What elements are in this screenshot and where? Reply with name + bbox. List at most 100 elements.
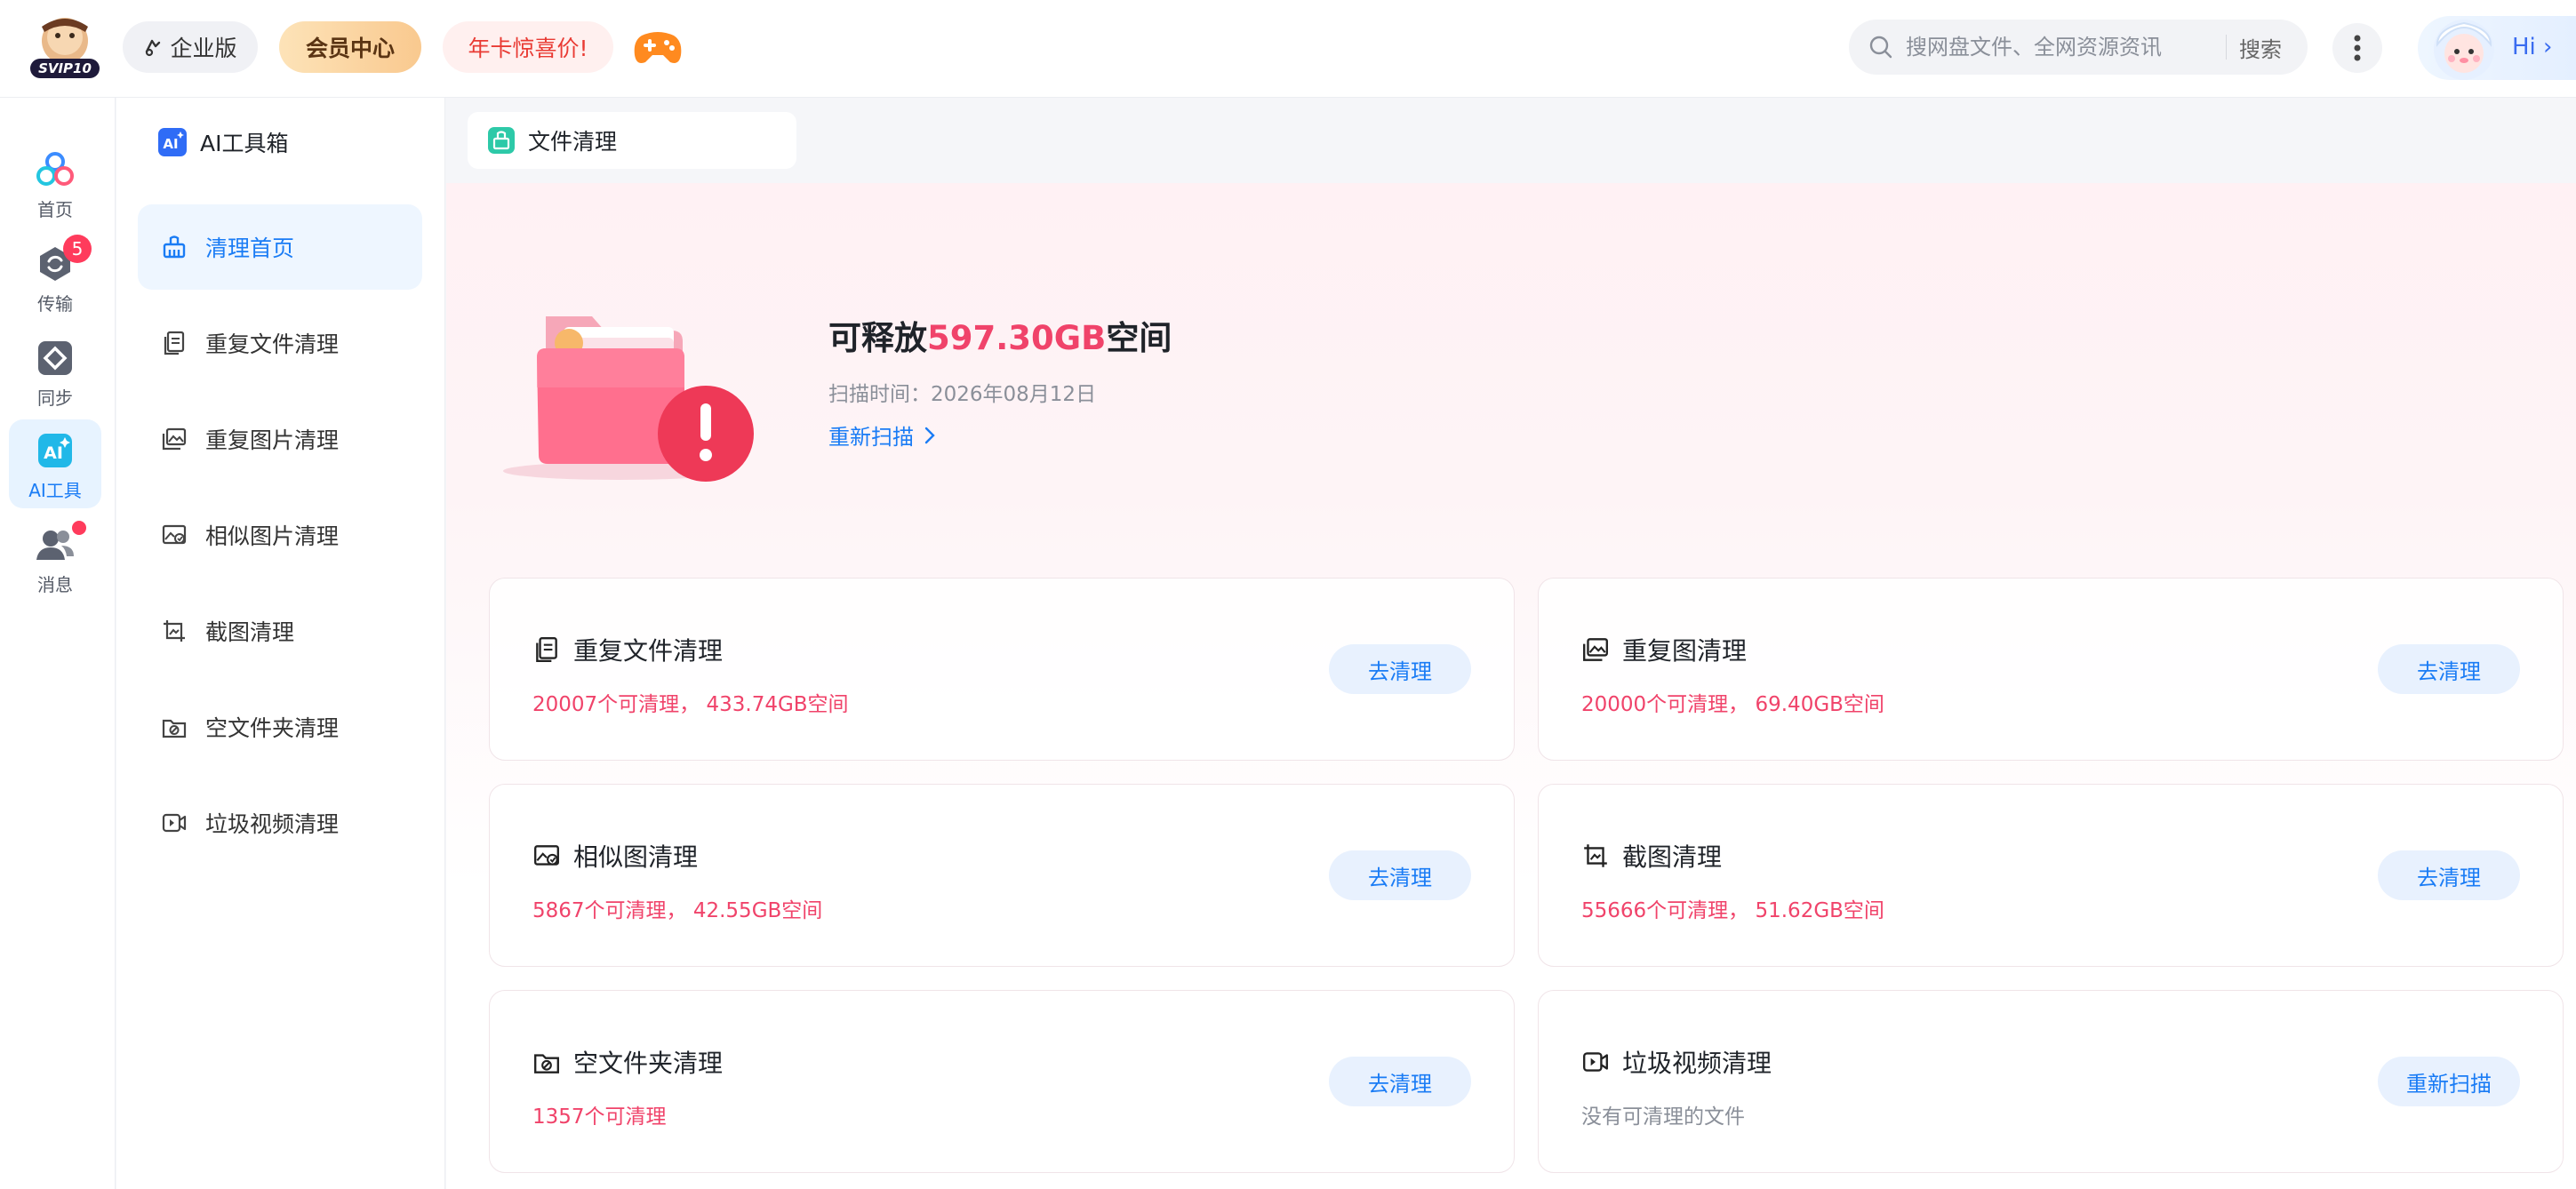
card-stat: 5867个可清理， 42.55GB空间 [532, 899, 823, 922]
search-icon [1869, 36, 1892, 59]
clean-button[interactable]: 去清理 [2378, 850, 2520, 900]
card-title: 重复文件清理 [532, 632, 723, 667]
search-button[interactable]: 搜索 [2239, 32, 2282, 63]
empty-folder-icon [162, 719, 187, 738]
sidebar-item-empty-folders[interactable]: 空文件夹清理 [138, 684, 422, 770]
card-title: 重复图清理 [1581, 632, 1747, 667]
rail-label: AI工具 [28, 480, 82, 501]
duplicate-image-icon [162, 427, 187, 451]
similar-image-icon [534, 845, 559, 866]
tab-file-cleanup[interactable]: 文件清理 [468, 112, 796, 169]
user-profile[interactable]: Hi › [2418, 16, 2576, 80]
duplicate-image-icon [1583, 638, 1608, 661]
avatar[interactable] [2428, 11, 2500, 85]
rail-label: 首页 [37, 199, 73, 220]
rescan-label: 重新扫描 [828, 425, 914, 450]
transfer-count-badge: 5 [63, 235, 92, 263]
rail-label: 消息 [37, 574, 73, 595]
empty-folder-icon [534, 1054, 559, 1073]
sidebar-item-label: 清理首页 [205, 235, 295, 261]
search-divider [2226, 35, 2227, 60]
sidebar-item-duplicate-files[interactable]: 重复文件清理 [138, 300, 422, 386]
rail-item-ai-tools[interactable]: AI AI工具 [9, 419, 101, 508]
duplicate-file-icon [536, 637, 557, 662]
more-options-button[interactable] [2332, 23, 2382, 73]
rail-item-messages[interactable]: 消息 [9, 514, 101, 602]
sidebar-item-label: 垃圾视频清理 [205, 811, 340, 837]
junk-video-icon [162, 813, 187, 833]
cleanup-card-junk-videos: 垃圾视频清理 没有可清理的文件 重新扫描 [1538, 990, 2564, 1173]
unread-dot [72, 521, 86, 535]
cleanup-card-duplicate-files: 重复文件清理 20007个可清理， 433.74GB空间 去清理 [489, 578, 1515, 761]
junk-video-icon [1583, 1052, 1608, 1072]
card-stat: 没有可清理的文件 [1581, 1105, 1745, 1129]
folder-alert-illustration [503, 316, 754, 482]
card-title-text: 相似图清理 [573, 842, 699, 872]
sidebar-item-junk-videos[interactable]: 垃圾视频清理 [138, 780, 422, 866]
card-title: 空文件夹清理 [532, 1044, 723, 1080]
enterprise-icon [146, 39, 161, 57]
sidebar-item-cleanup-home[interactable]: 清理首页 [138, 204, 422, 290]
svip-logo-icon[interactable]: SVIP10 [27, 14, 103, 80]
card-title: 相似图清理 [532, 838, 698, 874]
top-bar: SVIP10 企业版 会员中心 年卡惊喜价! 搜索 Hi › [0, 0, 2576, 98]
ai-toolbox-icon: AI [158, 128, 187, 156]
vip-center-button[interactable]: 会员中心 [279, 21, 421, 73]
search-input[interactable] [1906, 35, 2226, 60]
screenshot-icon [164, 620, 185, 642]
tab-strip: 文件清理 [446, 98, 2576, 183]
sidebar-menu: 清理首页 重复文件清理 重复图片清理 相似图片清理 截图清理 空文件夹清理 垃圾… [138, 204, 422, 876]
sidebar-item-label: 截图清理 [205, 619, 295, 645]
card-title-text: 重复图清理 [1622, 636, 1748, 666]
clean-button[interactable]: 去清理 [1329, 1057, 1471, 1106]
sidebar-item-label: 重复图片清理 [205, 427, 340, 453]
ai-toolbox-sidebar: AI AI工具箱 清理首页 重复文件清理 重复图片清理 相似图片清理 截图清理 … [116, 98, 445, 1189]
card-stat: 55666个可清理， 51.62GB空间 [1581, 899, 1884, 922]
messages-icon [36, 531, 74, 560]
file-cleanup-icon [488, 127, 515, 154]
sidebar-item-screenshots[interactable]: 截图清理 [138, 588, 422, 674]
scan-time: 扫描时间：2026年08月12日 [828, 383, 1097, 406]
clean-button[interactable]: 去清理 [1329, 850, 1471, 900]
ai-tools-icon: AI [38, 434, 72, 467]
cleanup-card-duplicate-images: 重复图清理 20000个可清理， 69.40GB空间 去清理 [1538, 578, 2564, 761]
similar-image-icon [162, 524, 187, 545]
rail-label: 传输 [37, 293, 73, 315]
cleanup-card-similar-images: 相似图清理 5867个可清理， 42.55GB空间 去清理 [489, 784, 1515, 967]
screenshot-icon [1584, 844, 1607, 867]
clean-button[interactable]: 去清理 [1329, 644, 1471, 694]
svg-text:SVIP10: SVIP10 [38, 60, 92, 76]
tab-label: 文件清理 [528, 129, 618, 155]
cleanup-card-empty-folders: 空文件夹清理 1357个可清理 去清理 [489, 990, 1515, 1173]
card-stat: 20000个可清理， 69.40GB空间 [1581, 693, 1884, 716]
annual-promo-button[interactable]: 年卡惊喜价! [443, 21, 613, 73]
enterprise-button[interactable]: 企业版 [123, 21, 258, 73]
sidebar-item-similar-images[interactable]: 相似图片清理 [138, 492, 422, 578]
rescan-link[interactable]: 重新扫描 [828, 419, 935, 451]
rescan-button[interactable]: 重新扫描 [2378, 1057, 2520, 1106]
gamepad-icon[interactable] [633, 27, 683, 68]
rail-item-sync[interactable]: 同步 [9, 327, 101, 416]
greeting-text: Hi › [2512, 34, 2553, 60]
card-stat: 20007个可清理， 433.74GB空间 [532, 693, 849, 716]
rail-item-transfer[interactable]: 5 传输 [9, 233, 101, 322]
sidebar-item-label: 空文件夹清理 [205, 715, 340, 741]
card-title: 截图清理 [1581, 838, 1722, 874]
card-title-text: 截图清理 [1622, 842, 1723, 872]
sidebar-item-duplicate-images[interactable]: 重复图片清理 [138, 396, 422, 482]
rail-label: 同步 [37, 387, 73, 409]
cleanup-main: 可释放597.30GB空间 扫描时间：2026年08月12日 重新扫描 重复文件… [446, 183, 2576, 1189]
card-title-text: 空文件夹清理 [573, 1049, 724, 1078]
clean-button[interactable]: 去清理 [2378, 644, 2520, 694]
rail-item-home[interactable]: 首页 [9, 139, 101, 227]
sidebar-item-label: 重复文件清理 [205, 331, 340, 357]
card-title-text: 重复文件清理 [573, 636, 724, 666]
enterprise-label: 企业版 [170, 36, 237, 61]
vertical-ellipsis-icon [2354, 35, 2361, 61]
card-title: 垃圾视频清理 [1581, 1044, 1772, 1080]
main-nav-rail: 首页 5 传输 同步 AI AI工具 消息 [0, 98, 116, 1189]
sidebar-title: AI工具箱 [200, 131, 289, 156]
svg-text:AI: AI [163, 136, 178, 152]
broom-icon [163, 235, 186, 259]
cleanup-card-screenshots: 截图清理 55666个可清理， 51.62GB空间 去清理 [1538, 784, 2564, 967]
